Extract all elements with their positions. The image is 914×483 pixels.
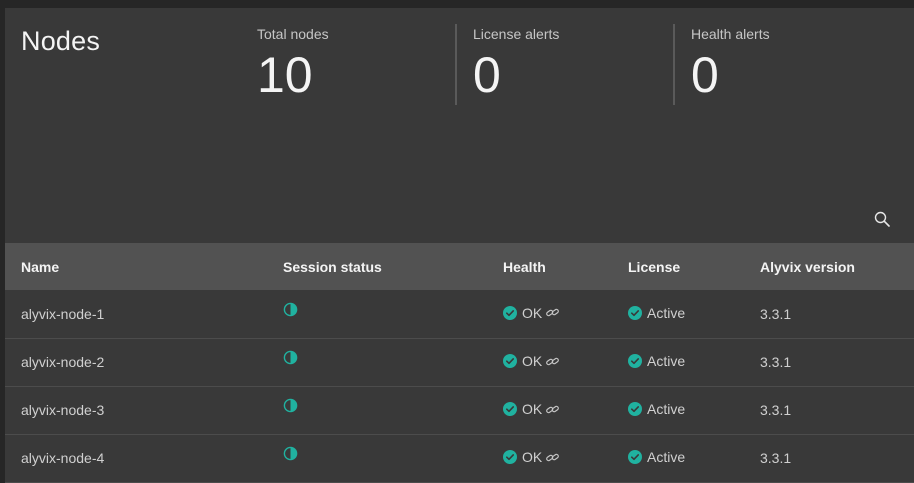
table-row[interactable]: alyvix-node-1 OK Active 3.3.1 xyxy=(5,290,914,338)
stat-label: License alerts xyxy=(473,26,560,42)
check-circle-icon xyxy=(503,305,517,320)
node-name: alyvix-node-4 xyxy=(21,450,105,466)
health-status: OK xyxy=(522,449,543,465)
link-icon[interactable] xyxy=(545,451,560,464)
check-circle-icon xyxy=(628,354,642,368)
stat-total-nodes: Total nodes 10 xyxy=(257,26,329,100)
health-status: OK xyxy=(522,353,543,369)
alyvix-version: 3.3.1 xyxy=(760,305,792,322)
check-circle-icon xyxy=(628,305,642,320)
table-row[interactable]: alyvix-node-4 OK Active 3.3.1 xyxy=(5,434,914,482)
check-circle-icon xyxy=(503,450,517,464)
session-pie-icon[interactable] xyxy=(283,350,298,365)
node-name: alyvix-node-3 xyxy=(21,402,105,418)
stat-value: 10 xyxy=(257,47,313,103)
stat-value: 0 xyxy=(473,47,501,103)
table-row[interactable]: alyvix-node-2 OK Active 3.3.1 xyxy=(5,338,914,386)
column-header-name[interactable]: Name xyxy=(5,243,283,290)
nodes-panel: Nodes Total nodes 10 License alerts 0 He… xyxy=(5,8,914,483)
column-header-health[interactable]: Health xyxy=(503,243,628,290)
link-icon[interactable] xyxy=(545,355,560,368)
alyvix-version: 3.3.1 xyxy=(760,450,792,466)
session-pie-icon[interactable] xyxy=(283,446,298,461)
license-status: Active xyxy=(647,353,686,369)
health-status: OK xyxy=(522,401,543,417)
alyvix-version: 3.3.1 xyxy=(760,354,792,370)
page-title: Nodes xyxy=(21,26,101,56)
link-icon[interactable] xyxy=(545,403,560,416)
stat-value: 0 xyxy=(691,47,719,103)
node-name: alyvix-node-1 xyxy=(21,305,105,322)
session-pie-icon[interactable] xyxy=(283,398,298,413)
check-circle-icon xyxy=(503,402,517,416)
stat-label: Health alerts xyxy=(691,26,770,42)
table-header-row: Name Session status Health License Alyvi… xyxy=(5,243,914,290)
health-status: OK xyxy=(522,304,543,321)
stat-license-alerts: License alerts 0 xyxy=(473,26,559,100)
search-icon[interactable] xyxy=(874,211,890,227)
license-status: Active xyxy=(647,401,686,417)
link-icon[interactable] xyxy=(545,306,560,319)
nodes-table: Name Session status Health License Alyvi… xyxy=(5,243,914,483)
stat-divider xyxy=(673,24,675,105)
check-circle-icon xyxy=(628,450,642,464)
node-name: alyvix-node-2 xyxy=(21,354,105,370)
stat-health-alerts: Health alerts 0 xyxy=(691,26,770,100)
check-circle-icon xyxy=(503,354,517,368)
check-circle-icon xyxy=(628,402,642,416)
session-pie-icon[interactable] xyxy=(283,302,298,317)
table-row[interactable]: alyvix-node-3 OK Active 3.3.1 xyxy=(5,386,914,434)
column-header-session-status[interactable]: Session status xyxy=(283,243,503,290)
column-header-license[interactable]: License xyxy=(628,243,760,290)
license-status: Active xyxy=(647,304,686,321)
column-header-alyvix-version[interactable]: Alyvix version xyxy=(760,243,914,290)
license-status: Active xyxy=(647,449,686,465)
alyvix-version: 3.3.1 xyxy=(760,402,792,418)
stat-divider xyxy=(455,24,457,105)
stat-label: Total nodes xyxy=(257,26,329,42)
